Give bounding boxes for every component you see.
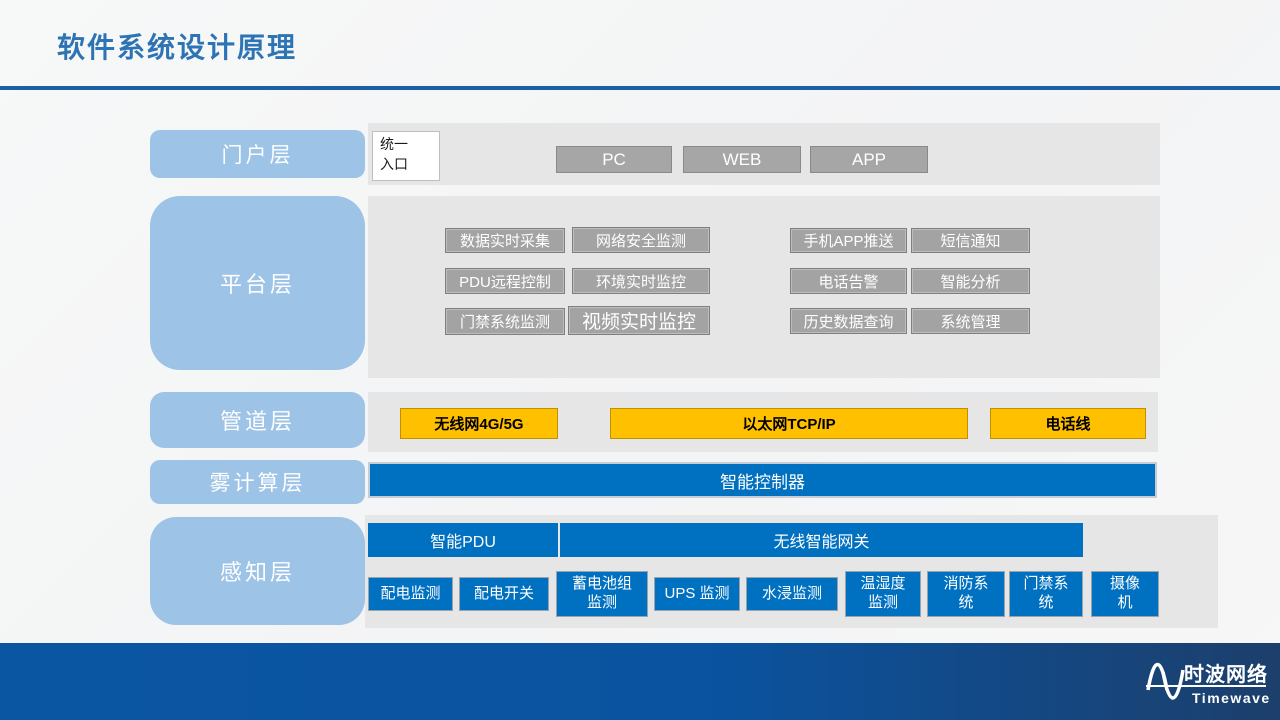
layer-label-pipeline: 管道层	[150, 392, 365, 448]
device-power-monitoring: 配电监测	[368, 577, 453, 611]
brand-name-cn: 时波网络	[1184, 658, 1268, 687]
fog-controller-bar: 智能控制器	[368, 462, 1157, 498]
platform-btn-env-monitoring: 环境实时监控	[572, 268, 710, 294]
footer-bar: 时波网络 Timewave	[0, 643, 1280, 720]
perception-layer-panel: 智能PDU 无线智能网关 配电监测 配电开关 蓄电池组 监测 UPS 监测 水浸…	[365, 515, 1218, 628]
device-fire-system: 消防系 统	[927, 571, 1005, 617]
device-camera: 摄像 机	[1091, 571, 1159, 617]
platform-btn-access-monitoring: 门禁系统监测	[445, 308, 565, 335]
platform-btn-data-collection: 数据实时采集	[445, 228, 565, 253]
layer-label-fog-computing: 雾计算层	[150, 460, 365, 504]
device-battery-monitoring: 蓄电池组 监测	[556, 571, 648, 617]
gateway-wireless-gateway: 无线智能网关	[560, 523, 1083, 557]
pipeline-layer-panel: 无线网4G/5G 以太网TCP/IP 电话线	[368, 392, 1158, 452]
layer-label-platform: 平台层	[150, 196, 365, 370]
platform-btn-app-push: 手机APP推送	[790, 228, 907, 253]
portal-layer-panel: 统一 入口 PC WEB APP	[368, 123, 1160, 185]
gateway-smart-pdu: 智能PDU	[368, 523, 558, 557]
device-ups-monitoring: UPS 监测	[654, 577, 740, 611]
device-power-switch: 配电开关	[459, 577, 549, 611]
title-divider	[0, 86, 1280, 90]
layer-label-perception: 感知层	[150, 517, 365, 625]
platform-btn-phone-alarm: 电话告警	[790, 268, 907, 294]
slide: 软件系统设计原理 门户层 平台层 管道层 雾计算层 感知层 统一 入口 PC W…	[0, 0, 1280, 720]
brand-name-en: Timewave	[1192, 690, 1271, 706]
client-pc: PC	[556, 146, 672, 173]
device-access-system: 门禁系 统	[1009, 571, 1083, 617]
device-water-monitoring: 水浸监测	[746, 577, 838, 611]
platform-btn-network-security: 网络安全监测	[572, 227, 710, 253]
timewave-logo-icon	[1144, 653, 1188, 709]
page-title: 软件系统设计原理	[57, 26, 297, 66]
client-web: WEB	[683, 146, 801, 173]
channel-wireless-4g5g: 无线网4G/5G	[400, 408, 558, 439]
platform-btn-sms-notify: 短信通知	[911, 228, 1030, 253]
layer-label-portal: 门户层	[150, 130, 365, 178]
brand-logo: 时波网络 Timewave	[1144, 652, 1268, 710]
device-temp-humidity: 温湿度 监测	[845, 571, 921, 617]
channel-phone-line: 电话线	[990, 408, 1146, 439]
platform-btn-video-monitoring: 视频实时监控	[568, 306, 710, 335]
platform-layer-panel: 数据实时采集 网络安全监测 PDU远程控制 环境实时监控 门禁系统监测 视频实时…	[368, 196, 1160, 378]
platform-btn-history-query: 历史数据查询	[790, 308, 907, 334]
platform-btn-system-mgmt: 系统管理	[911, 308, 1030, 334]
channel-ethernet-tcpip: 以太网TCP/IP	[610, 408, 968, 439]
unified-entry-box: 统一 入口	[372, 131, 440, 181]
client-app: APP	[810, 146, 928, 173]
platform-btn-pdu-remote-control: PDU远程控制	[445, 268, 565, 294]
platform-btn-smart-analysis: 智能分析	[911, 268, 1030, 294]
